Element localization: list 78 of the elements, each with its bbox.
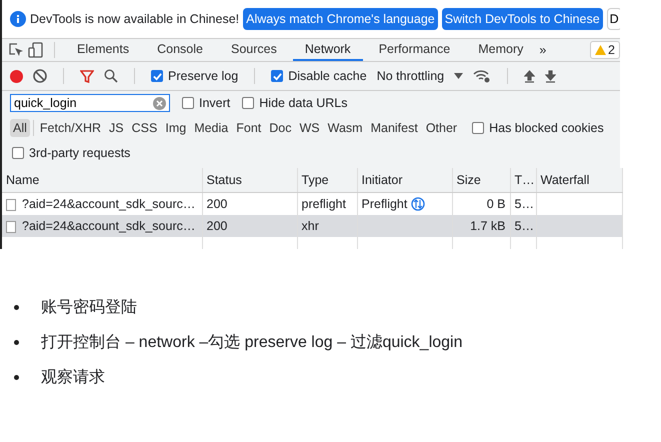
checkbox-label: 3rd-party requests — [29, 146, 130, 160]
file-icon — [6, 220, 16, 233]
checkbox-label: Hide data URLs — [259, 96, 348, 110]
upload-icon[interactable] — [524, 70, 536, 82]
checkbox-label: Has blocked cookies — [489, 121, 604, 135]
column-header[interactable]: T… — [510, 168, 536, 192]
checkbox[interactable] — [182, 97, 194, 109]
checkbox-label: Preserve log — [168, 69, 238, 83]
infobar-button[interactable]: Always match Chrome's language — [243, 8, 438, 30]
table-cell: 200 — [206, 197, 228, 211]
table-cell: Preflight — [362, 196, 408, 211]
checkbox[interactable] — [271, 70, 284, 82]
clear-icon[interactable] — [153, 97, 166, 110]
panel-tab[interactable]: Network — [292, 39, 363, 61]
column-header[interactable]: Type — [297, 168, 357, 192]
note-text: 账号密码登陆 — [41, 298, 137, 318]
table-cell: preflight — [302, 197, 346, 211]
warnings-badge[interactable]: 2 — [590, 41, 620, 59]
table-cell: xhr — [302, 219, 319, 233]
table-cell: 1.7 kB — [470, 219, 506, 233]
infobar-button[interactable]: D — [606, 8, 620, 30]
column-header[interactable]: Initiator — [357, 168, 452, 192]
more-tabs[interactable]: » — [539, 43, 546, 57]
bullet-icon — [14, 305, 19, 310]
column-header[interactable]: Waterfall — [536, 168, 622, 192]
type-filter[interactable]: Fetch/XHR — [36, 119, 104, 137]
type-filter[interactable]: CSS — [128, 119, 160, 137]
record-icon[interactable] — [10, 70, 23, 82]
type-filter[interactable]: Wasm — [324, 119, 366, 137]
wifi-settings-icon[interactable] — [473, 70, 492, 82]
type-filter[interactable]: All — [10, 119, 30, 137]
table-cell: 0 B — [486, 197, 506, 211]
table-cell: 200 — [206, 219, 228, 233]
type-filter[interactable]: Img — [162, 119, 190, 137]
type-filter[interactable]: Font — [233, 119, 264, 137]
table-cell: ?aid=24&account_sdk_sourc… — [22, 219, 196, 233]
type-filter[interactable]: Other — [422, 119, 460, 137]
throttling-select[interactable]: No throttling — [376, 69, 444, 83]
column-header[interactable]: Status — [202, 168, 297, 192]
info-message: DevTools is now available in Chinese! — [30, 12, 240, 26]
search-icon[interactable] — [104, 69, 118, 83]
checkbox-label: Invert — [199, 96, 230, 110]
preflight-icon — [411, 197, 426, 212]
dropdown-icon[interactable] — [454, 73, 464, 79]
table-cell: ?aid=24&account_sdk_sourc… — [22, 197, 196, 211]
table-cell: 5… — [514, 219, 534, 233]
clear-icon[interactable] — [33, 69, 47, 83]
type-filter[interactable]: Manifest — [368, 119, 421, 137]
checkbox[interactable] — [151, 70, 163, 82]
column-header[interactable]: Name — [2, 168, 202, 192]
filter-icon[interactable] — [80, 70, 94, 82]
request-row[interactable]: ?aid=24&account_sdk_sourc… 200 xhr 1.7 kB 5… — [2, 215, 622, 237]
inspect-icon[interactable] — [8, 42, 24, 58]
panel-tab[interactable]: Performance — [366, 39, 462, 61]
panel-tab[interactable]: Sources — [218, 39, 289, 61]
type-filter[interactable]: WS — [296, 119, 323, 137]
note-text: 打开控制台 – network –勾选 preserve log – 过滤quick_login — [41, 332, 462, 353]
table-cell: 5… — [514, 197, 534, 211]
filter-field[interactable]: quick_login — [10, 94, 170, 112]
panel-tab[interactable]: Console — [145, 39, 215, 61]
bullet-icon — [14, 340, 19, 345]
type-filter[interactable]: JS — [106, 119, 127, 137]
file-icon — [6, 198, 16, 211]
checkbox[interactable] — [472, 122, 484, 134]
bullet-icon — [14, 375, 19, 380]
device-icon[interactable] — [28, 42, 44, 58]
column-header[interactable]: Size — [452, 168, 510, 192]
download-icon[interactable] — [545, 70, 556, 82]
type-filter[interactable]: Doc — [266, 119, 294, 137]
info-icon — [10, 11, 26, 27]
note-text: 观察请求 — [41, 368, 105, 388]
infobar-button[interactable]: Switch DevTools to Chinese — [442, 8, 603, 30]
checkbox[interactable] — [12, 147, 24, 159]
panel-tab[interactable]: Elements — [65, 39, 142, 61]
checkbox[interactable] — [242, 97, 254, 109]
type-filter[interactable]: Media — [191, 119, 232, 137]
checkbox-label: Disable cache — [288, 69, 367, 83]
panel-tab[interactable]: Memory — [466, 39, 536, 61]
